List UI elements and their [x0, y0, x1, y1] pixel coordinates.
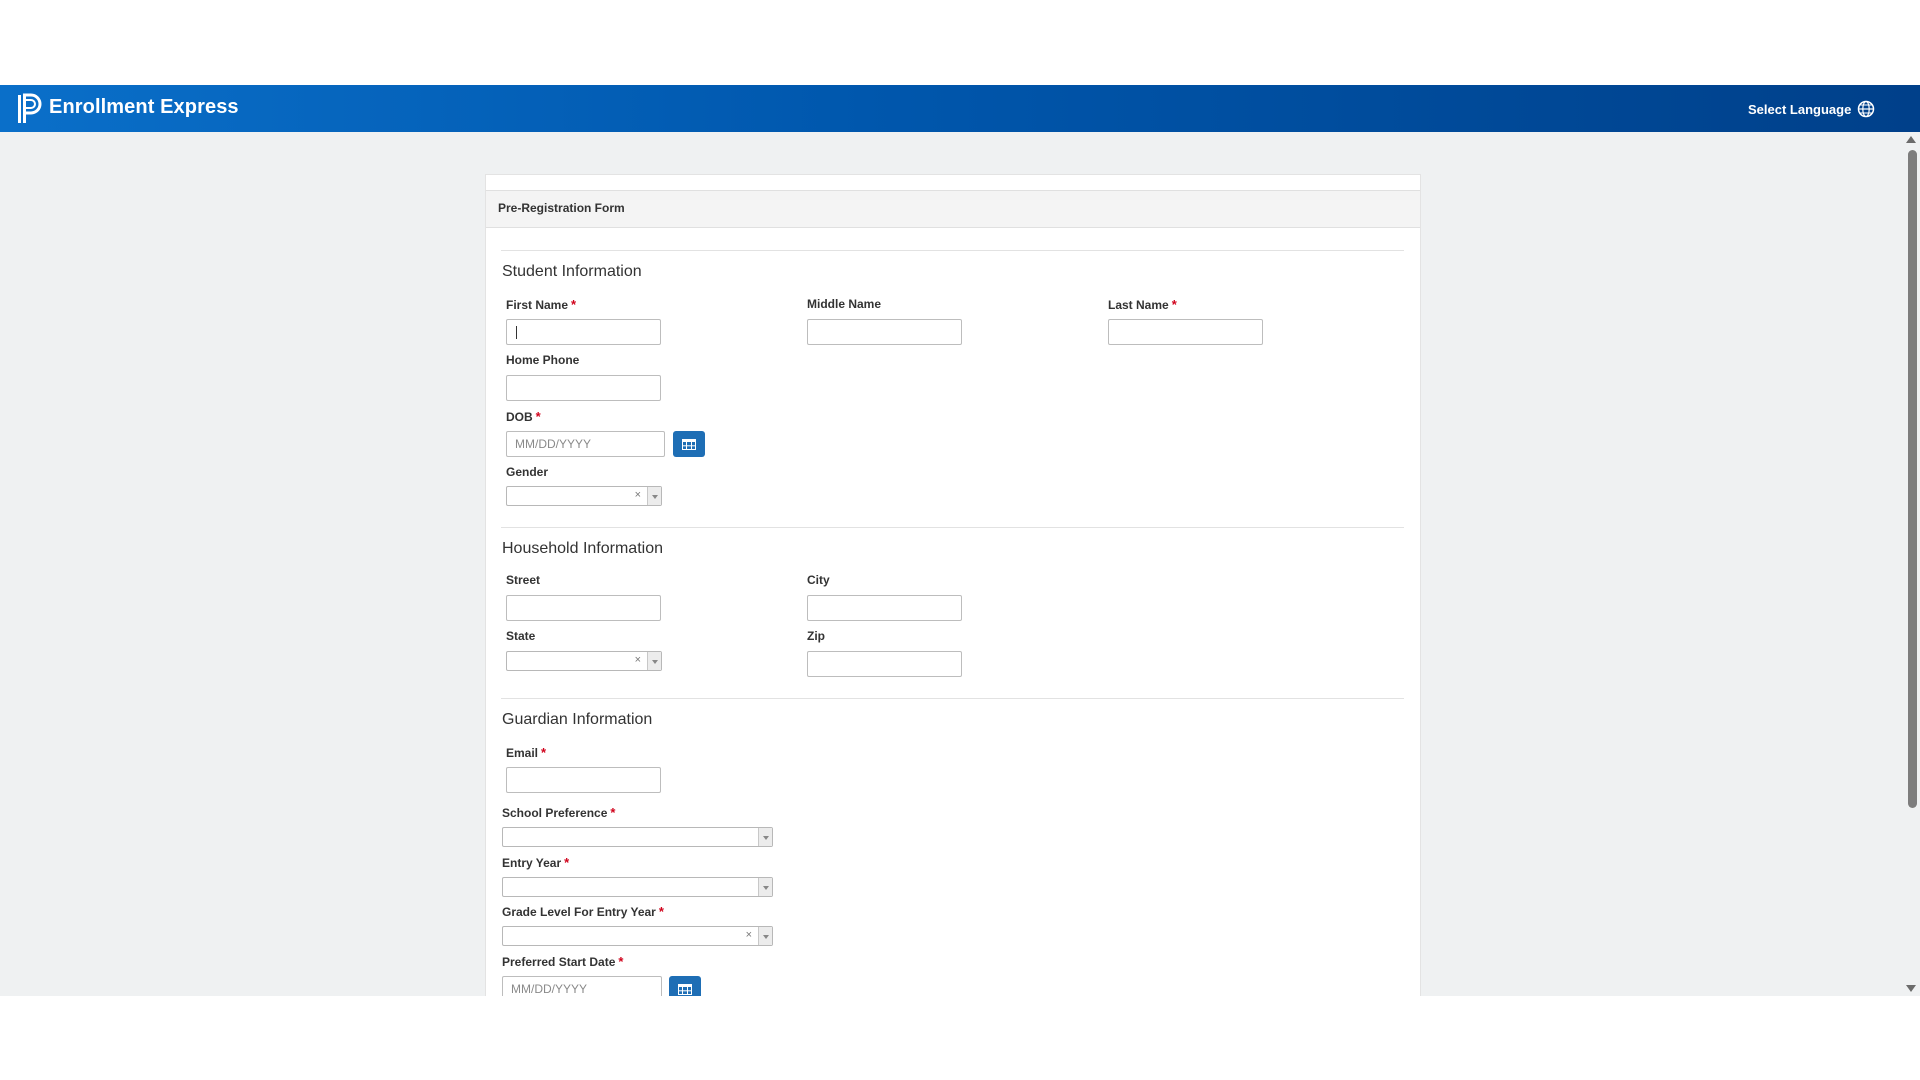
chevron-down-icon[interactable]: [758, 927, 772, 945]
powerschool-logo-icon[interactable]: [16, 93, 42, 125]
section-divider: [501, 698, 1404, 699]
zip-field[interactable]: [807, 651, 962, 677]
required-marker: *: [564, 855, 570, 870]
last-name-label: Last Name *: [1108, 297, 1177, 312]
select-language-button[interactable]: Select Language: [1748, 98, 1875, 120]
required-marker: *: [1171, 297, 1177, 312]
middle-name-label: Middle Name: [807, 297, 882, 311]
form-title: Pre-Registration Form: [498, 201, 625, 215]
gender-label: Gender: [506, 465, 549, 479]
preferred-start-date-field[interactable]: [502, 976, 662, 996]
globe-icon: [1858, 100, 1875, 118]
required-marker: *: [571, 297, 577, 312]
email-field[interactable]: [506, 767, 661, 793]
first-name-label: First Name *: [506, 297, 577, 312]
scroll-down-arrow-icon[interactable]: [1906, 985, 1916, 992]
scroll-up-arrow-icon[interactable]: [1906, 136, 1916, 143]
grade-level-label: Grade Level For Entry Year *: [502, 904, 664, 919]
required-marker: *: [658, 904, 664, 919]
entry-year-select[interactable]: [502, 877, 773, 897]
app-header: Enrollment Express Select Language: [0, 85, 1920, 132]
close-icon[interactable]: ×: [746, 929, 752, 941]
required-marker: *: [541, 745, 547, 760]
app-title: Enrollment Express: [49, 96, 239, 118]
page-viewport: Pre-Registration Form Student Informatio…: [0, 132, 1920, 996]
dob-calendar-button[interactable]: [673, 431, 705, 457]
middle-name-field[interactable]: [807, 319, 962, 345]
close-icon[interactable]: ×: [635, 489, 641, 501]
zip-label: Zip: [807, 629, 825, 643]
section-title-household: Household Information: [502, 540, 663, 557]
section-divider: [501, 527, 1404, 528]
city-label: City: [807, 573, 830, 587]
bottom-blank-band: [0, 996, 1920, 1080]
text-cursor: [516, 326, 517, 339]
dob-field[interactable]: [506, 431, 665, 457]
dob-label: DOB *: [506, 409, 541, 424]
home-phone-field[interactable]: [506, 375, 661, 401]
pre-registration-form-card: Pre-Registration Form Student Informatio…: [485, 174, 1421, 996]
section-divider: [501, 250, 1404, 251]
last-name-field[interactable]: [1108, 319, 1263, 345]
required-marker: *: [535, 409, 541, 424]
card-header: Pre-Registration Form: [486, 190, 1420, 228]
section-title-student: Student Information: [502, 263, 642, 280]
chevron-down-icon[interactable]: [647, 487, 661, 505]
city-field[interactable]: [807, 595, 962, 621]
chevron-down-icon[interactable]: [647, 652, 661, 670]
street-label: Street: [506, 573, 541, 587]
preferred-start-date-label: Preferred Start Date *: [502, 954, 624, 969]
required-marker: *: [610, 805, 616, 820]
section-title-guardian: Guardian Information: [502, 711, 653, 728]
email-label: Email *: [506, 745, 547, 760]
calendar-icon: [682, 438, 696, 450]
top-blank-band: [0, 0, 1920, 85]
scrollbar-thumb[interactable]: [1908, 150, 1917, 808]
street-field[interactable]: [506, 595, 661, 621]
start-date-calendar-button[interactable]: [669, 976, 701, 996]
entry-year-label: Entry Year *: [502, 855, 570, 870]
gender-select[interactable]: ×: [506, 486, 662, 506]
school-preference-label: School Preference *: [502, 805, 616, 820]
close-icon[interactable]: ×: [635, 654, 641, 666]
vertical-scrollbar[interactable]: [1903, 132, 1920, 996]
school-preference-select[interactable]: [502, 827, 773, 847]
first-name-field[interactable]: [506, 319, 661, 345]
state-label: State: [506, 629, 536, 643]
required-marker: *: [618, 954, 624, 969]
grade-level-select[interactable]: ×: [502, 926, 773, 946]
home-phone-label: Home Phone: [506, 353, 580, 367]
chevron-down-icon[interactable]: [758, 828, 772, 846]
state-select[interactable]: ×: [506, 651, 662, 671]
select-language-label: Select Language: [1748, 101, 1852, 117]
chevron-down-icon[interactable]: [758, 878, 772, 896]
calendar-icon: [678, 983, 692, 995]
